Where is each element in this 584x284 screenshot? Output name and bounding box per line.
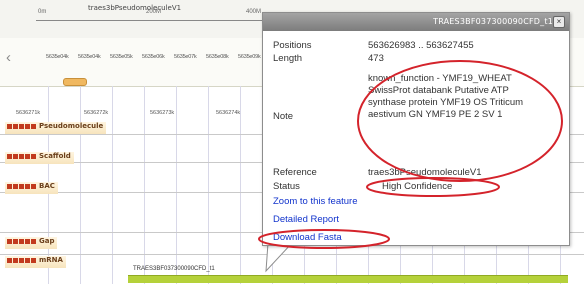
note-value: known_function - YMF19_WHEAT SwissProt d…: [368, 73, 524, 120]
track-control-icon[interactable]: [13, 257, 18, 263]
reference-value: traes3bPseudomoleculeV1: [368, 167, 482, 178]
length-value: 473: [368, 53, 384, 64]
track-control-icon[interactable]: [13, 153, 18, 159]
ruler-tick: 5635e05k: [110, 54, 133, 60]
track-control-icon[interactable]: [19, 257, 24, 263]
ruler-tick: 5635e07k: [174, 54, 197, 60]
note-label: Note: [273, 111, 294, 122]
overview-mid-label: 200M: [146, 9, 162, 15]
overview-title: traes3bPseudomoleculeV1: [88, 4, 182, 12]
ruler-tick: 5635e08k: [206, 54, 229, 60]
reference-label: Reference: [273, 167, 317, 178]
track-control-icon[interactable]: [7, 183, 12, 189]
track-name: Pseudomolecule: [39, 122, 104, 130]
track-control-icon[interactable]: [13, 123, 18, 129]
current-region-marker[interactable]: [63, 78, 87, 86]
track-name: mRNA: [39, 256, 63, 264]
coord-label: 5636274k: [216, 110, 241, 116]
ruler-tick: 5635e06k: [142, 54, 165, 60]
track-control-icon[interactable]: [25, 183, 30, 189]
track-control-icon[interactable]: [19, 123, 24, 129]
track-control-icon[interactable]: [31, 238, 36, 244]
track-control-icon[interactable]: [19, 153, 24, 159]
overview-start-label: 0m: [38, 9, 47, 15]
coord-label: 5636273k: [150, 110, 175, 116]
status-value: High Confidence: [382, 181, 453, 192]
track-control-icon[interactable]: [31, 153, 36, 159]
track-control-icon[interactable]: [7, 238, 12, 244]
overview-ruler: [36, 20, 266, 21]
ruler-tick: 5635e04k: [46, 54, 69, 60]
detailed-report-link[interactable]: Detailed Report: [273, 214, 339, 225]
track-control-icon[interactable]: [25, 238, 30, 244]
positions-label: Positions: [273, 40, 312, 51]
ruler-tick: 5635e09k: [238, 54, 261, 60]
track-control-icon[interactable]: [31, 123, 36, 129]
track-label[interactable]: BAC: [5, 182, 58, 194]
popup-title: TRAES3BF037300090CFD_t1: [433, 17, 553, 26]
track-control-icon[interactable]: [13, 238, 18, 244]
track-control-icon[interactable]: [7, 153, 12, 159]
track-label[interactable]: Pseudomolecule: [5, 122, 107, 134]
track-name: BAC: [39, 182, 55, 190]
track-label[interactable]: Scaffold: [5, 152, 74, 164]
length-label: Length: [273, 53, 303, 64]
status-label: Status: [273, 181, 300, 192]
popup-pointer: [265, 243, 293, 273]
track-control-icon[interactable]: [19, 238, 24, 244]
overview-end-label: 400M: [246, 9, 262, 15]
track-control-icon[interactable]: [13, 183, 18, 189]
download-fasta-link[interactable]: Download Fasta: [273, 232, 342, 243]
coord-label: 5636272k: [84, 110, 109, 116]
track-control-icon[interactable]: [31, 183, 36, 189]
mrna-feature[interactable]: [128, 275, 568, 283]
feature-popup: TRAES3BF037300090CFD_t1 × Positions 5636…: [262, 12, 570, 246]
ruler-tick: 5635e04k: [78, 54, 101, 60]
track-control-icon[interactable]: [7, 123, 12, 129]
track-control-icon[interactable]: [25, 153, 30, 159]
close-icon[interactable]: ×: [553, 16, 565, 28]
track-name: Gap: [39, 237, 55, 245]
coord-label: 5636271k: [16, 110, 41, 116]
track-control-icon[interactable]: [25, 257, 30, 263]
track-control-icon[interactable]: [31, 257, 36, 263]
track-label[interactable]: mRNA: [5, 256, 66, 268]
track-name: Scaffold: [39, 152, 71, 160]
scroll-left-icon[interactable]: ‹: [6, 49, 11, 66]
track-control-icon[interactable]: [19, 183, 24, 189]
track-control-icon[interactable]: [7, 257, 12, 263]
positions-value: 563626983 .. 563627455: [368, 40, 474, 51]
track-control-icon[interactable]: [25, 123, 30, 129]
track-label[interactable]: Gap: [5, 237, 58, 249]
popup-header[interactable]: TRAES3BF037300090CFD_t1 ×: [263, 13, 569, 31]
feature-label: TRAES3BF037300090CFD_t1: [133, 266, 215, 272]
zoom-to-feature-link[interactable]: Zoom to this feature: [273, 196, 357, 207]
